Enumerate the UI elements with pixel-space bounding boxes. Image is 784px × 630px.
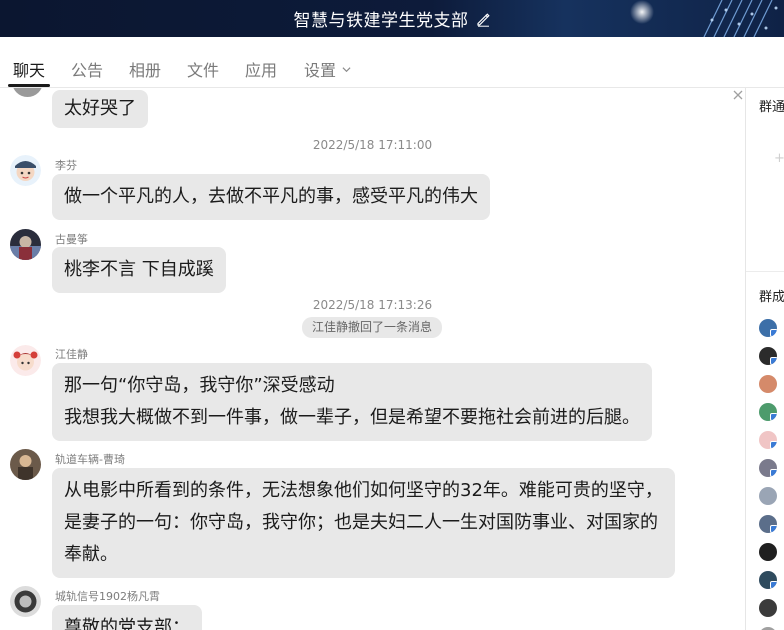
sender-name: 李芬 bbox=[55, 159, 77, 172]
group-notice-label: 群通 bbox=[759, 100, 784, 115]
message-text: 太好哭了 bbox=[64, 98, 136, 119]
message-bubble: 尊敬的党支部： bbox=[52, 605, 202, 630]
message-text: 从电影中所看到的条件，无法想象他们如何坚守的32年。难能可贵的坚守， bbox=[64, 480, 663, 501]
member-avatar[interactable] bbox=[759, 571, 777, 589]
message-bubble: 从电影中所看到的条件，无法想象他们如何坚守的32年。难能可贵的坚守， 是妻子的一… bbox=[52, 468, 675, 578]
tab-settings[interactable]: 设置 bbox=[304, 57, 351, 81]
member-avatar[interactable] bbox=[759, 403, 777, 421]
message-text: 是妻子的一句：你守岛，我守你；也是夫妇二人一生对国防事业、对国家的 bbox=[64, 512, 658, 533]
message-text: 做一个平凡的人，去做不平凡的事，感受平凡的伟大 bbox=[64, 186, 478, 207]
sender-name: 轨道车辆-曹琦 bbox=[55, 453, 125, 466]
message-timestamp: 2022/5/18 17:13:26 bbox=[312, 298, 433, 312]
admin-badge-icon bbox=[770, 469, 777, 477]
member-avatar[interactable] bbox=[759, 431, 777, 449]
member-avatar[interactable] bbox=[759, 347, 777, 365]
member-avatar[interactable] bbox=[759, 543, 777, 561]
message-timestamp: 2022/5/18 17:11:00 bbox=[312, 138, 433, 152]
member-avatar[interactable] bbox=[759, 459, 777, 477]
sender-name: 江佳静 bbox=[55, 348, 88, 361]
tab-apps[interactable]: 应用 bbox=[245, 57, 277, 81]
message-bubble: 太好哭了 bbox=[52, 90, 148, 128]
message-text: 那一句“你守岛，我守你”深受感动 bbox=[64, 375, 335, 396]
window-title: 智慧与铁建学生党支部 bbox=[293, 11, 469, 31]
avatar[interactable] bbox=[10, 229, 41, 260]
tab-settings-label: 设置 bbox=[304, 61, 337, 80]
member-avatar[interactable] bbox=[759, 487, 777, 505]
message-text: 尊敬的党支部： bbox=[64, 617, 190, 630]
message-bubble: 桃李不言 下自成蹊 bbox=[52, 247, 226, 293]
member-avatar[interactable] bbox=[759, 599, 777, 617]
avatar[interactable] bbox=[10, 586, 41, 617]
group-sidebar: 群通 + 群成 bbox=[746, 88, 784, 630]
admin-badge-icon bbox=[770, 329, 777, 337]
close-icon[interactable] bbox=[731, 88, 745, 102]
message-bubble: 那一句“你守岛，我守你”深受感动 我想我大概做不到一件事，做一辈子，但是希望不要… bbox=[52, 363, 652, 441]
tab-files[interactable]: 文件 bbox=[187, 57, 219, 81]
admin-badge-icon bbox=[770, 581, 777, 589]
message-bubble: 做一个平凡的人，去做不平凡的事，感受平凡的伟大 bbox=[52, 174, 490, 220]
group-members-label: 群成 bbox=[759, 290, 784, 305]
tab-bar: 聊天 公告 相册 文件 应用 设置 bbox=[0, 37, 784, 103]
chevron-down-icon bbox=[342, 67, 351, 73]
tab-chat[interactable]: 聊天 bbox=[13, 57, 45, 81]
avatar[interactable] bbox=[10, 449, 41, 480]
member-avatar[interactable] bbox=[759, 319, 777, 337]
avatar[interactable] bbox=[12, 88, 43, 97]
tab-album[interactable]: 相册 bbox=[129, 57, 161, 81]
admin-badge-icon bbox=[770, 525, 777, 533]
message-text: 奉献。 bbox=[64, 544, 118, 565]
admin-badge-icon bbox=[770, 357, 777, 365]
admin-badge-icon bbox=[770, 441, 777, 449]
active-tab-indicator bbox=[8, 84, 50, 87]
edit-title-icon[interactable] bbox=[475, 11, 491, 27]
divider bbox=[746, 271, 784, 272]
recall-notice: 江佳静撤回了一条消息 bbox=[302, 317, 442, 338]
admin-badge-icon bbox=[770, 413, 777, 421]
sender-name: 城轨信号1902杨凡霄 bbox=[55, 590, 160, 603]
avatar[interactable] bbox=[10, 155, 41, 186]
sender-name: 古曼筝 bbox=[55, 233, 88, 246]
chat-panel[interactable]: 太好哭了 2022/5/18 17:11:00 李芬 做一个平凡的人，去做不平凡… bbox=[0, 88, 745, 630]
avatar[interactable] bbox=[10, 345, 41, 376]
message-text: 我想我大概做不到一件事，做一辈子，但是希望不要拖社会前进的后腿。 bbox=[64, 407, 640, 428]
message-text: 桃李不言 下自成蹊 bbox=[64, 259, 214, 280]
member-avatar[interactable] bbox=[759, 515, 777, 533]
member-avatar[interactable] bbox=[759, 375, 777, 393]
plus-icon[interactable]: + bbox=[774, 151, 784, 166]
tab-announcement[interactable]: 公告 bbox=[71, 57, 103, 81]
title-bar: 智慧与铁建学生党支部 bbox=[0, 0, 784, 37]
